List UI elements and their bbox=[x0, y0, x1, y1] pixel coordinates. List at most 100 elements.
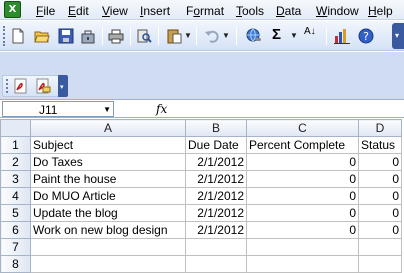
menu-help-key: H bbox=[368, 4, 377, 18]
insert-function-icon[interactable]: fx bbox=[156, 102, 167, 116]
cell[interactable]: Paint the house bbox=[30, 170, 186, 188]
permission-icon[interactable] bbox=[80, 28, 96, 44]
cell[interactable]: 2/1/2012 bbox=[185, 221, 247, 239]
menu-data[interactable]: Data bbox=[276, 4, 301, 18]
toolbar-options-button[interactable]: ▾ bbox=[392, 23, 404, 49]
toolbar-grip[interactable] bbox=[3, 26, 6, 46]
cell[interactable] bbox=[358, 238, 402, 256]
cell[interactable]: Due Date bbox=[185, 136, 247, 154]
toolbar-separator bbox=[130, 27, 131, 45]
sort-ascending-icon[interactable]: A↓ bbox=[304, 27, 318, 37]
cell[interactable]: 2/1/2012 bbox=[185, 204, 247, 222]
cell[interactable]: 0 bbox=[358, 204, 402, 222]
cell[interactable]: 0 bbox=[246, 153, 359, 171]
menu-insert[interactable]: Insert bbox=[140, 4, 170, 18]
select-all-corner[interactable] bbox=[0, 119, 31, 137]
cell[interactable]: 2/1/2012 bbox=[185, 187, 247, 205]
new-document-icon[interactable] bbox=[10, 28, 26, 44]
formula-input[interactable] bbox=[178, 102, 398, 116]
column-header-b[interactable]: B bbox=[185, 119, 247, 137]
cell[interactable] bbox=[358, 255, 402, 273]
print-icon[interactable] bbox=[108, 28, 124, 44]
menu-format-key: o bbox=[193, 4, 201, 18]
pdf-email-icon[interactable] bbox=[35, 78, 51, 94]
row-header[interactable]: 7 bbox=[0, 238, 31, 256]
cell[interactable]: Do MUO Article bbox=[30, 187, 186, 205]
name-box-value: J11 bbox=[39, 103, 58, 117]
autosum-icon[interactable]: Σ bbox=[272, 26, 281, 43]
menu-insert-rest: nsert bbox=[143, 4, 171, 18]
row-header[interactable]: 5 bbox=[0, 204, 31, 222]
row-header[interactable]: 2 bbox=[0, 153, 31, 171]
cell[interactable] bbox=[185, 255, 247, 273]
cell[interactable]: 0 bbox=[358, 153, 402, 171]
undo-dropdown-arrow[interactable]: ▼ bbox=[222, 31, 230, 40]
menu-tools[interactable]: Tools bbox=[236, 4, 264, 18]
cell[interactable]: 0 bbox=[246, 204, 359, 222]
menu-help[interactable]: Help bbox=[368, 4, 393, 18]
cell[interactable]: 0 bbox=[246, 221, 359, 239]
menu-file-rest: ile bbox=[43, 4, 56, 18]
row-header[interactable]: 4 bbox=[0, 187, 31, 205]
cell[interactable]: Update the blog bbox=[30, 204, 186, 222]
svg-text:?: ? bbox=[363, 30, 369, 43]
cell[interactable] bbox=[30, 238, 186, 256]
autosum-dropdown-arrow[interactable]: ▼ bbox=[290, 31, 298, 40]
open-folder-icon[interactable] bbox=[34, 28, 50, 44]
excel-app-icon[interactable] bbox=[4, 1, 21, 18]
save-icon[interactable] bbox=[58, 28, 74, 44]
toolbar-separator bbox=[326, 27, 327, 45]
menu-edit[interactable]: Edit bbox=[68, 4, 89, 18]
paste-icon[interactable] bbox=[166, 28, 182, 44]
table-row: 1 Subject Due Date Percent Complete Stat… bbox=[0, 136, 402, 154]
cell[interactable] bbox=[30, 255, 186, 273]
name-box-dropdown-icon[interactable]: ▼ bbox=[103, 105, 111, 114]
menu-view[interactable]: View bbox=[102, 4, 128, 18]
column-header-c[interactable]: C bbox=[246, 119, 359, 137]
menu-edit-rest: dit bbox=[76, 4, 89, 18]
row-header[interactable]: 8 bbox=[0, 255, 31, 273]
hyperlink-icon[interactable] bbox=[246, 28, 262, 44]
cell[interactable] bbox=[246, 238, 359, 256]
menu-window-rest: indow bbox=[327, 4, 359, 18]
cell[interactable]: Percent Complete bbox=[246, 136, 359, 154]
standard-toolbar: ▼ ▼ Σ ▼ A↓ ? ▾ bbox=[0, 21, 404, 51]
row-header[interactable]: 3 bbox=[0, 170, 31, 188]
formula-bar: J11 ▼ fx bbox=[0, 99, 404, 118]
row-header[interactable]: 6 bbox=[0, 221, 31, 239]
row-header[interactable]: 1 bbox=[0, 136, 31, 154]
menu-window[interactable]: Window bbox=[316, 4, 359, 18]
cell[interactable]: Work on new blog design bbox=[30, 221, 186, 239]
column-header-row: A B C D bbox=[0, 119, 402, 137]
cell[interactable]: Subject bbox=[30, 136, 186, 154]
help-icon[interactable]: ? bbox=[358, 28, 374, 44]
cell[interactable]: 0 bbox=[246, 170, 359, 188]
cell[interactable]: Do Taxes bbox=[30, 153, 186, 171]
toolbar-separator bbox=[158, 27, 159, 45]
cell[interactable] bbox=[246, 255, 359, 273]
cell[interactable]: Status bbox=[358, 136, 402, 154]
convert-to-pdf-icon[interactable] bbox=[13, 78, 29, 94]
column-header-d[interactable]: D bbox=[358, 119, 402, 137]
cell[interactable]: 2/1/2012 bbox=[185, 153, 247, 171]
cell[interactable]: 0 bbox=[358, 187, 402, 205]
toolbar-grip[interactable] bbox=[6, 79, 8, 93]
cell[interactable] bbox=[185, 238, 247, 256]
name-box[interactable]: J11 ▼ bbox=[2, 101, 114, 117]
menu-file[interactable]: File bbox=[36, 4, 55, 18]
undo-icon[interactable] bbox=[204, 28, 220, 44]
menu-format[interactable]: Format bbox=[186, 4, 224, 18]
worksheet-grid: A B C D 1 Subject Due Date Percent Compl… bbox=[0, 119, 402, 273]
cell[interactable]: 0 bbox=[246, 187, 359, 205]
research-icon[interactable] bbox=[136, 28, 152, 44]
column-header-a[interactable]: A bbox=[30, 119, 186, 137]
cell[interactable]: 0 bbox=[358, 221, 402, 239]
paste-dropdown-arrow[interactable]: ▼ bbox=[184, 31, 192, 40]
cell[interactable]: 2/1/2012 bbox=[185, 170, 247, 188]
menu-help-rest: elp bbox=[376, 4, 393, 18]
chart-wizard-icon[interactable] bbox=[334, 28, 350, 44]
cell[interactable]: 0 bbox=[358, 170, 402, 188]
toolbar-separator bbox=[236, 27, 237, 45]
pdf-toolbar-options-button[interactable]: ▾ bbox=[58, 75, 68, 97]
menu-tools-rest: ools bbox=[242, 4, 265, 18]
